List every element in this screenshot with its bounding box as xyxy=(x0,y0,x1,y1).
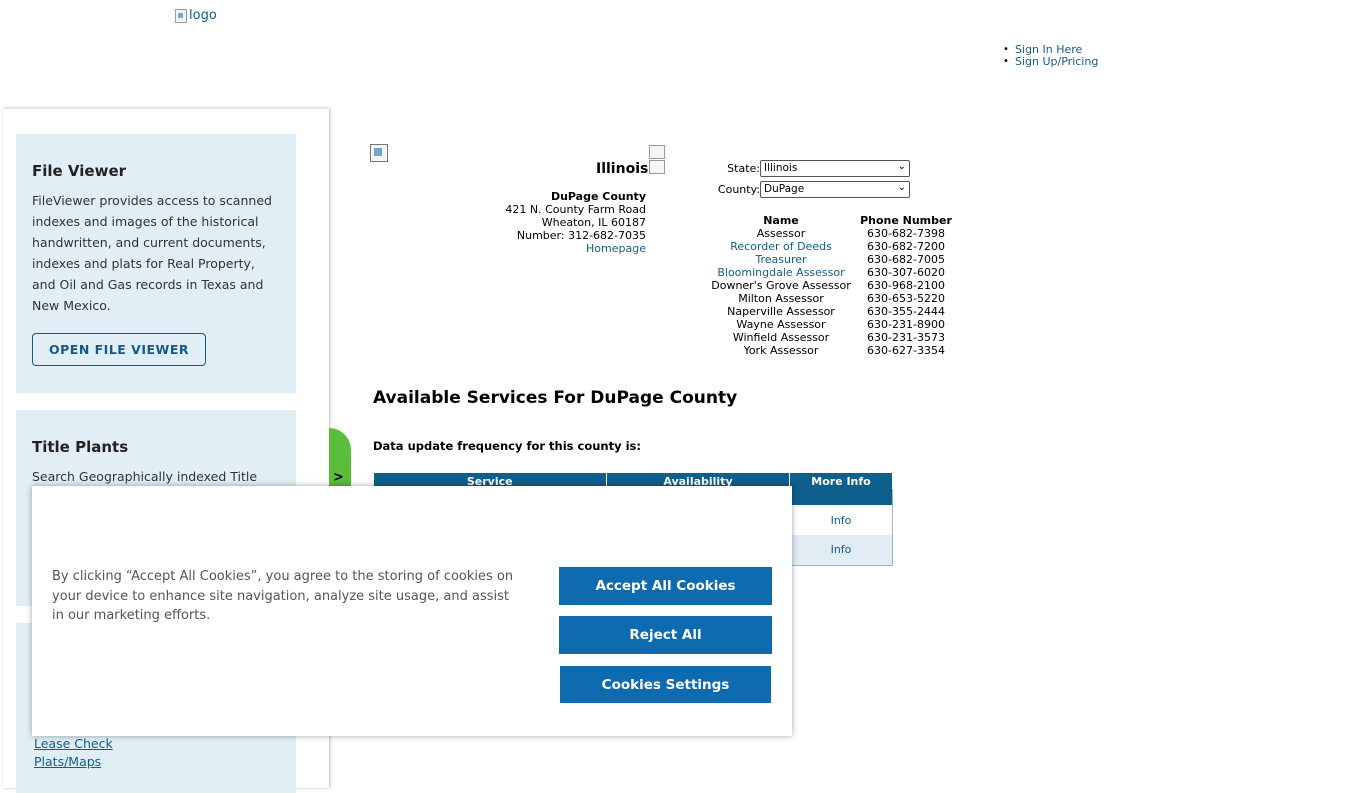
county-contacts-table: Name Phone Number Assessor 630-682-7398 Re… xyxy=(706,214,956,357)
county-select[interactable]: DuPage ⌄ xyxy=(760,181,910,198)
contact-name: Naperville Assessor xyxy=(727,305,835,318)
state-title: Illinois xyxy=(596,161,649,177)
chevron-down-icon: ⌄ xyxy=(897,182,906,193)
table-row: Milton Assessor 630-653-5220 xyxy=(706,292,956,305)
contact-name[interactable]: Treasurer xyxy=(755,253,806,266)
sign-up-pricing-link[interactable]: Sign Up/Pricing xyxy=(1015,55,1098,68)
table-row: Treasurer 630-682-7005 xyxy=(706,253,956,266)
file-viewer-description: FileViewer provides access to scanned in… xyxy=(32,193,272,313)
contacts-header-phone: Phone Number xyxy=(860,214,952,227)
contact-name: Wayne Assessor xyxy=(736,318,826,331)
address-line-2: Wheaton, IL 60187 xyxy=(541,216,646,229)
chevron-down-icon: ⌄ xyxy=(897,161,906,172)
lease-check-link[interactable]: Lease Check xyxy=(34,735,280,753)
state-select-row: State: Illinois ⌄ xyxy=(712,160,910,177)
contact-name[interactable]: Recorder of Deeds xyxy=(730,240,832,253)
table-row: Downer's Grove Assessor 630-968-2100 xyxy=(706,279,956,292)
contact-name: Milton Assessor xyxy=(738,292,824,305)
county-select-row: County: DuPage ⌄ xyxy=(712,181,910,198)
state-label: State: xyxy=(727,162,760,175)
broken-image-icon xyxy=(175,8,187,23)
update-frequency-text: Data update frequency for this county is… xyxy=(373,439,642,453)
table-row: Wayne Assessor 630-231-8900 xyxy=(706,318,956,331)
open-file-viewer-button[interactable]: OPEN FILE VIEWER xyxy=(32,333,207,366)
user-links: Sign In Here Sign Up/Pricing xyxy=(1003,44,1098,69)
services-title: Available Services For DuPage County xyxy=(373,388,738,408)
contacts-header-name: Name xyxy=(763,214,799,227)
cookies-settings-button[interactable]: Cookies Settings xyxy=(560,666,771,703)
contact-phone: 630-653-5220 xyxy=(867,292,945,305)
title-plants-title: Title Plants xyxy=(32,438,129,456)
county-select-value: DuPage xyxy=(764,183,805,195)
user-link-item: Sign Up/Pricing xyxy=(1003,55,1098,69)
county-label: County: xyxy=(717,183,760,196)
accept-all-cookies-button[interactable]: Accept All Cookies xyxy=(559,567,772,605)
site-logo[interactable]: logo xyxy=(175,8,217,23)
table-row: Recorder of Deeds 630-682-7200 xyxy=(706,240,956,253)
title-plants-description: Search Geographically indexed Title xyxy=(32,469,258,484)
contact-phone: 630-231-8900 xyxy=(867,318,945,331)
table-row: Naperville Assessor 630-355-2444 xyxy=(706,305,956,318)
county-address: DuPage County 421 N. County Farm Road Wh… xyxy=(505,190,646,255)
contact-phone: 630-231-3573 xyxy=(867,331,945,344)
state-map-image xyxy=(370,144,388,162)
contact-name: Downer's Grove Assessor xyxy=(711,279,851,292)
logo-alt-text: logo xyxy=(189,8,217,23)
county-phone: Number: 312-682-7035 xyxy=(516,229,646,242)
table-row: Winfield Assessor 630-231-3573 xyxy=(706,331,956,344)
address-line-1: 421 N. County Farm Road xyxy=(505,203,646,216)
table-row: York Assessor 630-627-3354 xyxy=(706,344,956,357)
state-select-value: Illinois xyxy=(764,162,798,174)
plats-maps-link[interactable]: Plats/Maps xyxy=(34,753,280,771)
info-link[interactable]: Info xyxy=(831,543,852,556)
state-select[interactable]: Illinois ⌄ xyxy=(760,160,910,177)
county-homepage-link[interactable]: Homepage xyxy=(586,242,646,255)
contact-phone: 630-682-7005 xyxy=(867,253,945,266)
contact-phone: 630-968-2100 xyxy=(867,279,945,292)
cookie-consent-banner: By clicking “Accept All Cookies”, you ag… xyxy=(32,486,792,736)
info-link[interactable]: Info xyxy=(831,514,852,527)
file-viewer-title: File Viewer xyxy=(32,162,127,180)
contact-phone: 630-682-7398 xyxy=(867,227,945,240)
cookie-consent-text: By clicking “Accept All Cookies”, you ag… xyxy=(52,569,514,623)
contacts-header-row: Name Phone Number xyxy=(706,214,956,227)
contact-phone: 630-682-7200 xyxy=(867,240,945,253)
county-name: DuPage County xyxy=(550,190,646,203)
contact-phone: 630-307-6020 xyxy=(867,266,945,279)
contact-phone: 630-355-2444 xyxy=(867,305,945,318)
broken-image-icon xyxy=(649,145,665,159)
broken-image-icon xyxy=(649,160,665,174)
state-flag-images xyxy=(649,145,665,175)
table-row: Bloomingdale Assessor 630-307-6020 xyxy=(706,266,956,279)
table-row: Assessor 630-682-7398 xyxy=(706,227,956,240)
reject-all-cookies-button[interactable]: Reject All xyxy=(559,616,772,654)
contact-name: Assessor xyxy=(756,227,806,240)
file-viewer-card: File Viewer FileViewer provides access t… xyxy=(16,134,296,393)
services-header-more-info: More Info xyxy=(789,473,893,489)
location-selectors: State: Illinois ⌄ County: DuPage ⌄ xyxy=(712,160,910,202)
chevron-right-icon: > xyxy=(333,470,344,485)
contact-phone: 630-627-3354 xyxy=(867,344,945,357)
contact-name: York Assessor xyxy=(743,344,819,357)
contact-name[interactable]: Bloomingdale Assessor xyxy=(717,266,844,279)
contact-name: Winfield Assessor xyxy=(732,331,830,344)
